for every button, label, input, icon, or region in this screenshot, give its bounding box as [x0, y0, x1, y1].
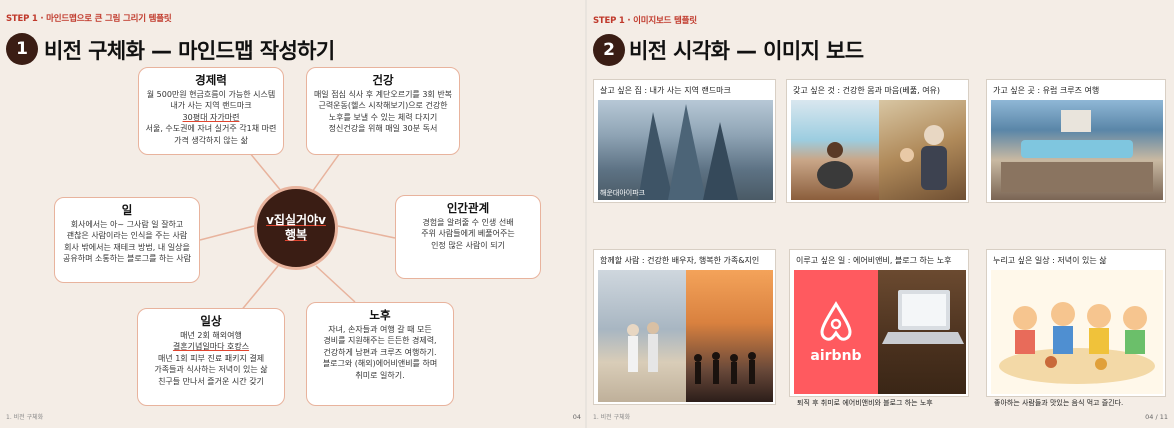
card-heading: 노후 — [369, 308, 391, 322]
slide-footer: 1. 비전 구체화 — [593, 414, 631, 421]
board-title: 갖고 싶은 것 : 건강한 몸과 마음(베풂, 여유) — [793, 86, 941, 95]
dinner-table-icon — [999, 302, 1155, 384]
grandmother-image — [879, 100, 966, 200]
family-dinner-illustration — [991, 270, 1163, 394]
group-silhouette-icon — [694, 352, 756, 384]
slide-imageboard: STEP 1 · 이미지보드 템플릿 2 비전 시각화 — 이미지 보드 살고 … — [587, 0, 1174, 428]
page-number: 04 — [572, 413, 581, 421]
section-number-badge: 2 — [593, 34, 625, 66]
image-overlay-label: 해운대아이파크 — [600, 189, 646, 197]
family-sunset-image — [686, 270, 773, 402]
step-label: STEP 1 · 이미지보드 템플릿 — [593, 16, 697, 26]
tower-icon — [638, 104, 738, 200]
cruise-ship-image — [991, 100, 1163, 200]
board-home: 살고 싶은 집 : 내가 사는 지역 랜드마크 해운대아이파크 — [593, 79, 776, 203]
card-heading: 인간관계 — [446, 201, 490, 215]
board-daily: 누리고 싶은 일상 : 저녁이 있는 삶 — [986, 249, 1166, 397]
couple-beach-image — [598, 270, 686, 402]
board-title: 가고 싶은 곳 : 유럽 크루즈 여행 — [993, 86, 1100, 95]
board-travel: 가고 싶은 곳 : 유럽 크루즈 여행 — [986, 79, 1166, 203]
connector-work — [199, 225, 255, 241]
board-title: 함께할 사람 : 건강한 배우자, 행복한 가족&지인 — [600, 256, 760, 265]
slide-footer: 1. 비전 구체화 — [6, 414, 44, 421]
yoga-image — [791, 100, 879, 200]
mindmap-card-health: 건강 매일 점심 식사 후 계단오르기를 3회 반복 근력운동(헬스 시작해보기… — [306, 67, 460, 155]
laptop-image — [878, 270, 966, 394]
board-caption: 좋아하는 사람들과 맛있는 음식 먹고 즐긴다. — [994, 399, 1124, 407]
card-heading: 경제력 — [195, 73, 227, 87]
couple-icon — [627, 322, 659, 372]
page-title: 비전 시각화 — 이미지 보드 — [629, 39, 864, 63]
connector-relations — [337, 225, 396, 239]
airbnb-image: airbnb — [794, 270, 878, 394]
mindmap-card-relations: 인간관계 경험을 알려줄 수 인생 선배 주위 사람들에게 베풀어주는 인정 많… — [395, 195, 541, 279]
mindmap-card-retire: 노후 자녀, 손자들과 여행 갈 때 모든 경비를 지원해주는 든든한 경제력,… — [306, 302, 454, 406]
board-people: 함께할 사람 : 건강한 배우자, 행복한 가족&지인 — [593, 249, 776, 405]
slide-mindmap: STEP 1 · 마인드맵으로 큰 그림 그리기 템플릿 1 비전 구체화 — … — [0, 0, 585, 428]
board-title: 누리고 싶은 일상 : 저녁이 있는 삶 — [993, 256, 1107, 265]
airbnb-logo-icon — [820, 301, 852, 341]
mindmap-center-node: v집실거야v 행복 — [254, 186, 338, 270]
meditation-icon — [817, 142, 853, 189]
card-heading: 일상 — [200, 314, 222, 328]
laptop-icon — [882, 290, 964, 344]
card-heading: 건강 — [372, 73, 394, 87]
page-number: 04 / 11 — [1145, 413, 1168, 421]
landmark-building-image: 해운대아이파크 — [598, 100, 773, 200]
mindmap-card-economy: 경제력 월 500만원 현금흐름이 가능한 시스템 내가 사는 지역 랜드마크 … — [138, 67, 284, 155]
board-work: 이루고 싶은 일 : 에어비앤비, 블로그 하는 노후 airbnb — [789, 249, 969, 397]
board-title: 살고 싶은 집 : 내가 사는 지역 랜드마크 — [600, 86, 731, 95]
card-heading: 일 — [121, 203, 133, 217]
board-possession: 갖고 싶은 것 : 건강한 몸과 마음(베풂, 여유) — [786, 79, 969, 203]
people-icon — [900, 125, 947, 190]
board-title: 이루고 싶은 일 : 에어비앤비, 블로그 하는 노후 — [796, 256, 952, 265]
airbnb-wordmark: airbnb — [810, 348, 862, 364]
connector-retire — [315, 265, 356, 303]
board-caption: 퇴직 후 취미로 에어비앤비와 블로그 하는 노후 — [797, 399, 933, 407]
ship-deck-icon — [1001, 110, 1153, 192]
mindmap-card-work: 일 회사에서는 아~ 그사람 일 잘하고 괜찮은 사람이라는 인식을 주는 사람… — [54, 197, 200, 283]
mindmap-card-daily: 일상 매년 2회 해외여행 결혼기념일마다 호캉스 매년 1회 피부 진료 패키… — [137, 308, 285, 406]
